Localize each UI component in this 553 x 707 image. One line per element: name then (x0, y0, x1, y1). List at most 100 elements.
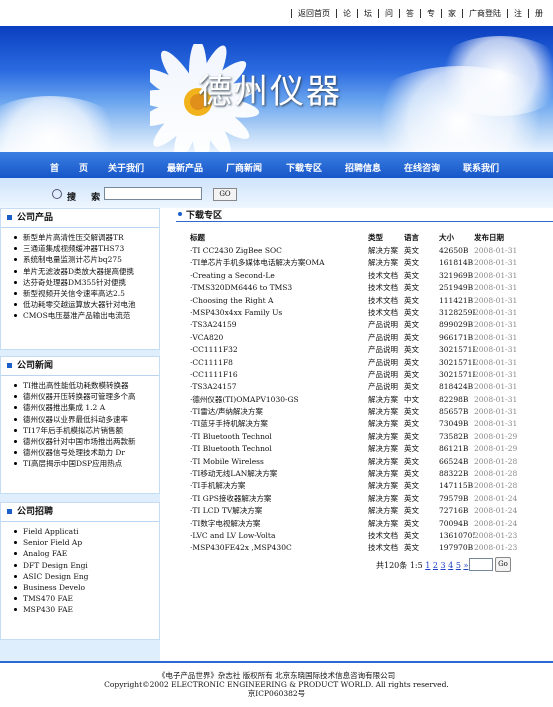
download-title-link[interactable]: ·Creating a Second-Le (190, 270, 365, 282)
download-title-link[interactable]: ·TI数字电视解决方案 (190, 518, 365, 530)
job-link[interactable]: TMS470 FAE (1, 593, 159, 604)
product-link[interactable]: 低功耗零交越运算放大器针对电池 (1, 299, 159, 310)
pager-page-input[interactable] (469, 558, 493, 571)
job-link[interactable]: ASIC Design Eng (1, 571, 159, 582)
top-link-register-1[interactable]: 注 (507, 9, 528, 18)
nav-new-products[interactable]: 最新产品 (167, 161, 203, 174)
download-title-link[interactable]: ·TS3A24157 (190, 381, 365, 393)
nav-downloads[interactable]: 下载专区 (286, 161, 322, 174)
search-input[interactable] (104, 187, 202, 200)
search-go-button[interactable]: GO (213, 188, 237, 201)
top-link-expert-1[interactable]: 专 (420, 9, 441, 18)
footer-publisher: 《电子产品世界》杂志社 版权所有 北京东晓国际技术信息咨询有限公司 (157, 671, 396, 680)
download-language: 英文 (404, 320, 419, 330)
pager-page-5[interactable]: 5 (456, 561, 461, 570)
download-title-link[interactable]: ·TS3A24159 (190, 319, 365, 331)
download-title-link[interactable]: ·TI移动无线LAN解决方案 (190, 468, 365, 480)
download-language: 英文 (404, 270, 419, 280)
download-language: 英文 (404, 283, 419, 293)
download-title-link[interactable]: ·TI Bluetooth Technol (190, 443, 365, 455)
download-language: 英文 (404, 469, 419, 479)
download-size: 72716B (439, 506, 469, 516)
top-link-expert-2[interactable]: 家 (441, 9, 462, 18)
download-title-link[interactable]: ·CC1111F32 (190, 344, 365, 356)
product-link[interactable]: 系统制电量监测计芯片bq275 (1, 254, 159, 265)
news-link[interactable]: 德州仪器推出集成 1.2 A (1, 402, 159, 413)
download-date: 2008-01-28 (474, 469, 518, 479)
job-link[interactable]: Senior Field Ap (1, 537, 159, 548)
pager-page-2[interactable]: 2 (433, 561, 438, 570)
download-title-link[interactable]: ·TI Mobile Wireless (190, 456, 365, 468)
job-link[interactable]: Business Develo (1, 582, 159, 593)
nav-home-1[interactable]: 首 (50, 161, 59, 174)
pager-page-1[interactable]: 1 (425, 561, 430, 570)
top-link-qa-2[interactable]: 答 (399, 9, 420, 18)
nav-vendor-news[interactable]: 厂商新闻 (226, 161, 262, 174)
download-type: 解决方案 (368, 394, 398, 404)
top-link-home[interactable]: 返回首页 (291, 9, 336, 18)
download-title-link[interactable]: ·TI单芯片手机多媒体电话解决方案OMA (190, 257, 365, 269)
table-row: ·TI单芯片手机多媒体电话解决方案OMA 解决方案 英文 161814B 2008-01… (176, 257, 553, 269)
download-language: 英文 (404, 481, 419, 491)
download-title-link[interactable]: ·LVC and LV Low-Volta (190, 530, 365, 542)
news-link[interactable]: 德州仪器针对中国市场推出两款新 (1, 436, 159, 447)
download-title-link[interactable]: ·CC1111F8 (190, 357, 365, 369)
product-link[interactable]: 单片无滤波器D类放大器提高便携 (1, 266, 159, 277)
download-type: 解决方案 (368, 431, 398, 441)
product-link[interactable]: 达芬奇处理器DM355针对便携 (1, 277, 159, 288)
jobs-box: 公司招聘 Field Applicati Senior Field Ap Ana… (0, 502, 160, 640)
nav-about[interactable]: 关于我们 (108, 161, 144, 174)
download-language: 英文 (404, 307, 419, 317)
download-title-link[interactable]: ·TI蓝牙手持机解决方案 (190, 418, 365, 430)
product-link[interactable]: 新型单片高清性压交解调器TR (1, 232, 159, 243)
top-link-vendor-login[interactable]: 广商登陆 (462, 9, 507, 18)
pager-page-3[interactable]: 3 (441, 561, 446, 570)
product-link[interactable]: CMOS电压基准产品输出电流范 (1, 310, 159, 321)
download-size: 966171B (439, 332, 474, 342)
download-title-link[interactable]: ·VCA820 (190, 332, 365, 344)
download-title-link[interactable]: ·TMS320DM6446 to TMS3 (190, 282, 365, 294)
top-link-forum-2[interactable]: 坛 (357, 9, 378, 18)
top-link-qa-1[interactable]: 问 (378, 9, 399, 18)
news-link[interactable]: TI高层揭示中国DSP应用热点 (1, 458, 159, 469)
product-link[interactable]: 新型视频开关信令速率高达2.5 (1, 288, 159, 299)
download-type: 解决方案 (368, 518, 398, 528)
nav-contact[interactable]: 联系我们 (463, 161, 499, 174)
download-type: 解决方案 (368, 444, 398, 454)
job-link[interactable]: Analog FAE (1, 548, 159, 559)
job-link[interactable]: MSP430 FAE (1, 604, 159, 615)
download-title-link[interactable]: ·TI手机解决方案 (190, 480, 365, 492)
news-link[interactable]: 德州仪器信号处理技术助力 Dr (1, 447, 159, 458)
table-row: ·TS3A24159 产品说明 英文 899029B 2008-01-31 (176, 319, 553, 331)
news-link[interactable]: TI17年后手机模拟芯片销售额 (1, 425, 159, 436)
news-link[interactable]: TI推出高性能低功耗数模转换器 (1, 380, 159, 391)
pager-next[interactable]: » (463, 561, 468, 570)
download-title-link[interactable]: ·TI GPS接收器解决方案 (190, 493, 365, 505)
top-link-register-2[interactable]: 册 (528, 9, 549, 18)
download-type: 技术文档 (368, 530, 398, 540)
nav-online-consult[interactable]: 在线咨询 (404, 161, 440, 174)
download-language: 英文 (404, 345, 419, 355)
download-title-link[interactable]: ·CC1111F16 (190, 369, 365, 381)
job-link[interactable]: DFT Design Engi (1, 560, 159, 571)
product-link[interactable]: 三通道集成视频缓冲器THS73 (1, 243, 159, 254)
nav-jobs[interactable]: 招聘信息 (345, 161, 381, 174)
download-title-link[interactable]: ·MSP430FE42x ,MSP430C (190, 542, 365, 554)
news-link[interactable]: 德州仪器以业界最低抖动多速率 (1, 414, 159, 425)
download-title-link[interactable]: ·MSP430x4xx Family Us (190, 307, 365, 319)
download-title-link[interactable]: ·TI Bluetooth Technol (190, 431, 365, 443)
top-link-forum-1[interactable]: 论 (336, 9, 357, 18)
download-title-link[interactable]: ·TI雷达/声纳解决方案 (190, 406, 365, 418)
download-title-link[interactable]: ·TI LCD TV解决方案 (190, 505, 365, 517)
download-title-link[interactable]: ·Choosing the Right A (190, 295, 365, 307)
nav-home-2[interactable]: 页 (79, 161, 88, 174)
pager-page-4[interactable]: 4 (448, 561, 453, 570)
download-title-link[interactable]: ·德州仪器(TI)OMAPV1030-GS (190, 394, 365, 406)
column-title: 标题 (190, 233, 205, 242)
column-type: 类型 (368, 233, 383, 242)
news-link[interactable]: 德州仪器开压转换器可管理多个高 (1, 391, 159, 402)
download-title-link[interactable]: ·TI CC2430 ZigBee SOC (190, 245, 365, 257)
table-row: ·MSP430FE42x ,MSP430C 技术文档 英文 197970B 2008-0… (176, 542, 553, 554)
job-link[interactable]: Field Applicati (1, 526, 159, 537)
pager-go-button[interactable]: Go (495, 557, 511, 572)
